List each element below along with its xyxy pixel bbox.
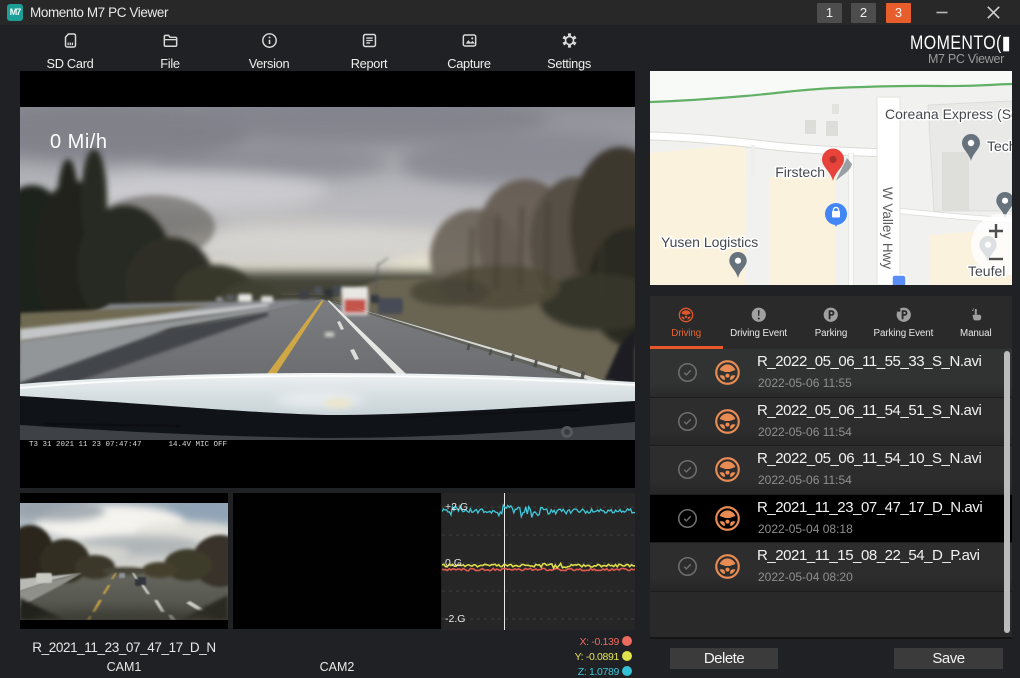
svg-text:Yusen Logistics: Yusen Logistics <box>661 234 758 250</box>
svg-text:-2.G: -2.G <box>445 613 465 625</box>
svg-text:W Valley Hwy: W Valley Hwy <box>880 187 895 270</box>
svg-text:Coreana Express (Se: Coreana Express (Se <box>885 106 1012 122</box>
svg-text:+2.G: +2.G <box>445 501 468 513</box>
svg-text:Teufel: Teufel <box>968 263 1005 279</box>
svg-text:Firstech: Firstech <box>775 164 825 180</box>
svg-text:0.G: 0.G <box>445 557 462 569</box>
svg-text:Tech: Tech <box>987 138 1012 154</box>
